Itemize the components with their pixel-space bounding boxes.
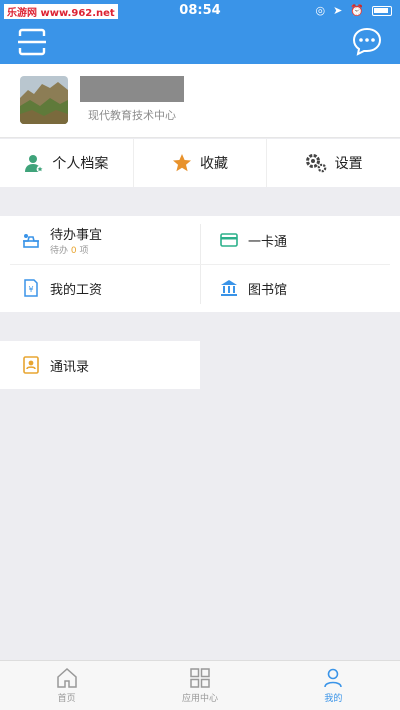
tab-me-label: 我的 (324, 694, 343, 704)
todo-count: 待办 0 项 (50, 243, 102, 256)
profile-card[interactable]: 现代教育技术中心 (0, 64, 400, 138)
profile-archive-button[interactable]: 个人档案 (0, 139, 134, 187)
svg-text:¥: ¥ (28, 285, 33, 294)
salary-label: 我的工资 (50, 282, 103, 298)
message-icon[interactable] (352, 26, 382, 56)
location-icon: ➤ (333, 4, 343, 17)
tab-app-center[interactable]: 应用中心 (133, 661, 266, 710)
avatar[interactable] (20, 76, 68, 124)
nav-bar (0, 22, 400, 64)
app-grid: 待办事宜 待办 0 项 一卡通 ¥ 我的工资 图书馆 (0, 216, 400, 312)
tab-app-center-label: 应用中心 (181, 694, 218, 704)
lock-rotation-icon: ◎ (315, 4, 326, 17)
status-bar: 乐游网 www.962.net 08:54 ◎ ➤ ⏰ (0, 0, 400, 22)
contacts-icon (23, 356, 39, 374)
star-icon (173, 154, 191, 172)
redacted-name (80, 76, 184, 102)
campus-card-item[interactable]: 一卡通 (220, 216, 400, 264)
favorites-button[interactable]: 收藏 (134, 139, 268, 187)
todo-prefix: 待办 (50, 246, 69, 256)
apps-icon (190, 668, 210, 688)
library-label: 图书馆 (248, 282, 288, 298)
settings-label: 设置 (334, 156, 363, 172)
tab-home[interactable]: 首页 (0, 661, 133, 710)
home-icon (56, 667, 77, 688)
todo-count-number: 0 (70, 246, 77, 256)
status-icons: ◎ ➤ ⏰ (315, 4, 392, 17)
battery-icon (372, 5, 392, 16)
todo-label: 待办事宜 (50, 228, 103, 243)
campus-card-label: 一卡通 (248, 234, 288, 250)
profile-archive-label: 个人档案 (52, 156, 109, 172)
settings-button[interactable]: 设置 (267, 139, 400, 187)
contacts-label: 通讯录 (50, 359, 90, 375)
tab-bar: 首页 应用中心 我的 (0, 660, 400, 710)
me-icon (324, 668, 343, 688)
tab-me[interactable]: 我的 (267, 661, 400, 710)
quick-actions: 个人档案 收藏 设置 (0, 139, 400, 187)
scan-icon[interactable] (16, 26, 48, 58)
library-item[interactable]: 图书馆 (220, 264, 400, 312)
contacts-item[interactable]: 通讯录 (0, 341, 200, 389)
todo-suffix: 项 (79, 246, 89, 256)
gear-icon (305, 154, 326, 173)
library-icon (221, 280, 237, 296)
tab-home-label: 首页 (57, 694, 76, 704)
salary-item[interactable]: ¥ 我的工资 (22, 264, 200, 312)
profile-icon (25, 155, 44, 173)
todo-item[interactable]: 待办事宜 待办 0 项 (22, 216, 200, 264)
salary-icon: ¥ (24, 279, 38, 297)
card-icon (220, 233, 238, 247)
alarm-icon: ⏰ (350, 4, 364, 17)
todo-icon (23, 234, 39, 248)
profile-organization: 现代教育技术中心 (88, 109, 176, 122)
favorites-label: 收藏 (200, 156, 228, 172)
